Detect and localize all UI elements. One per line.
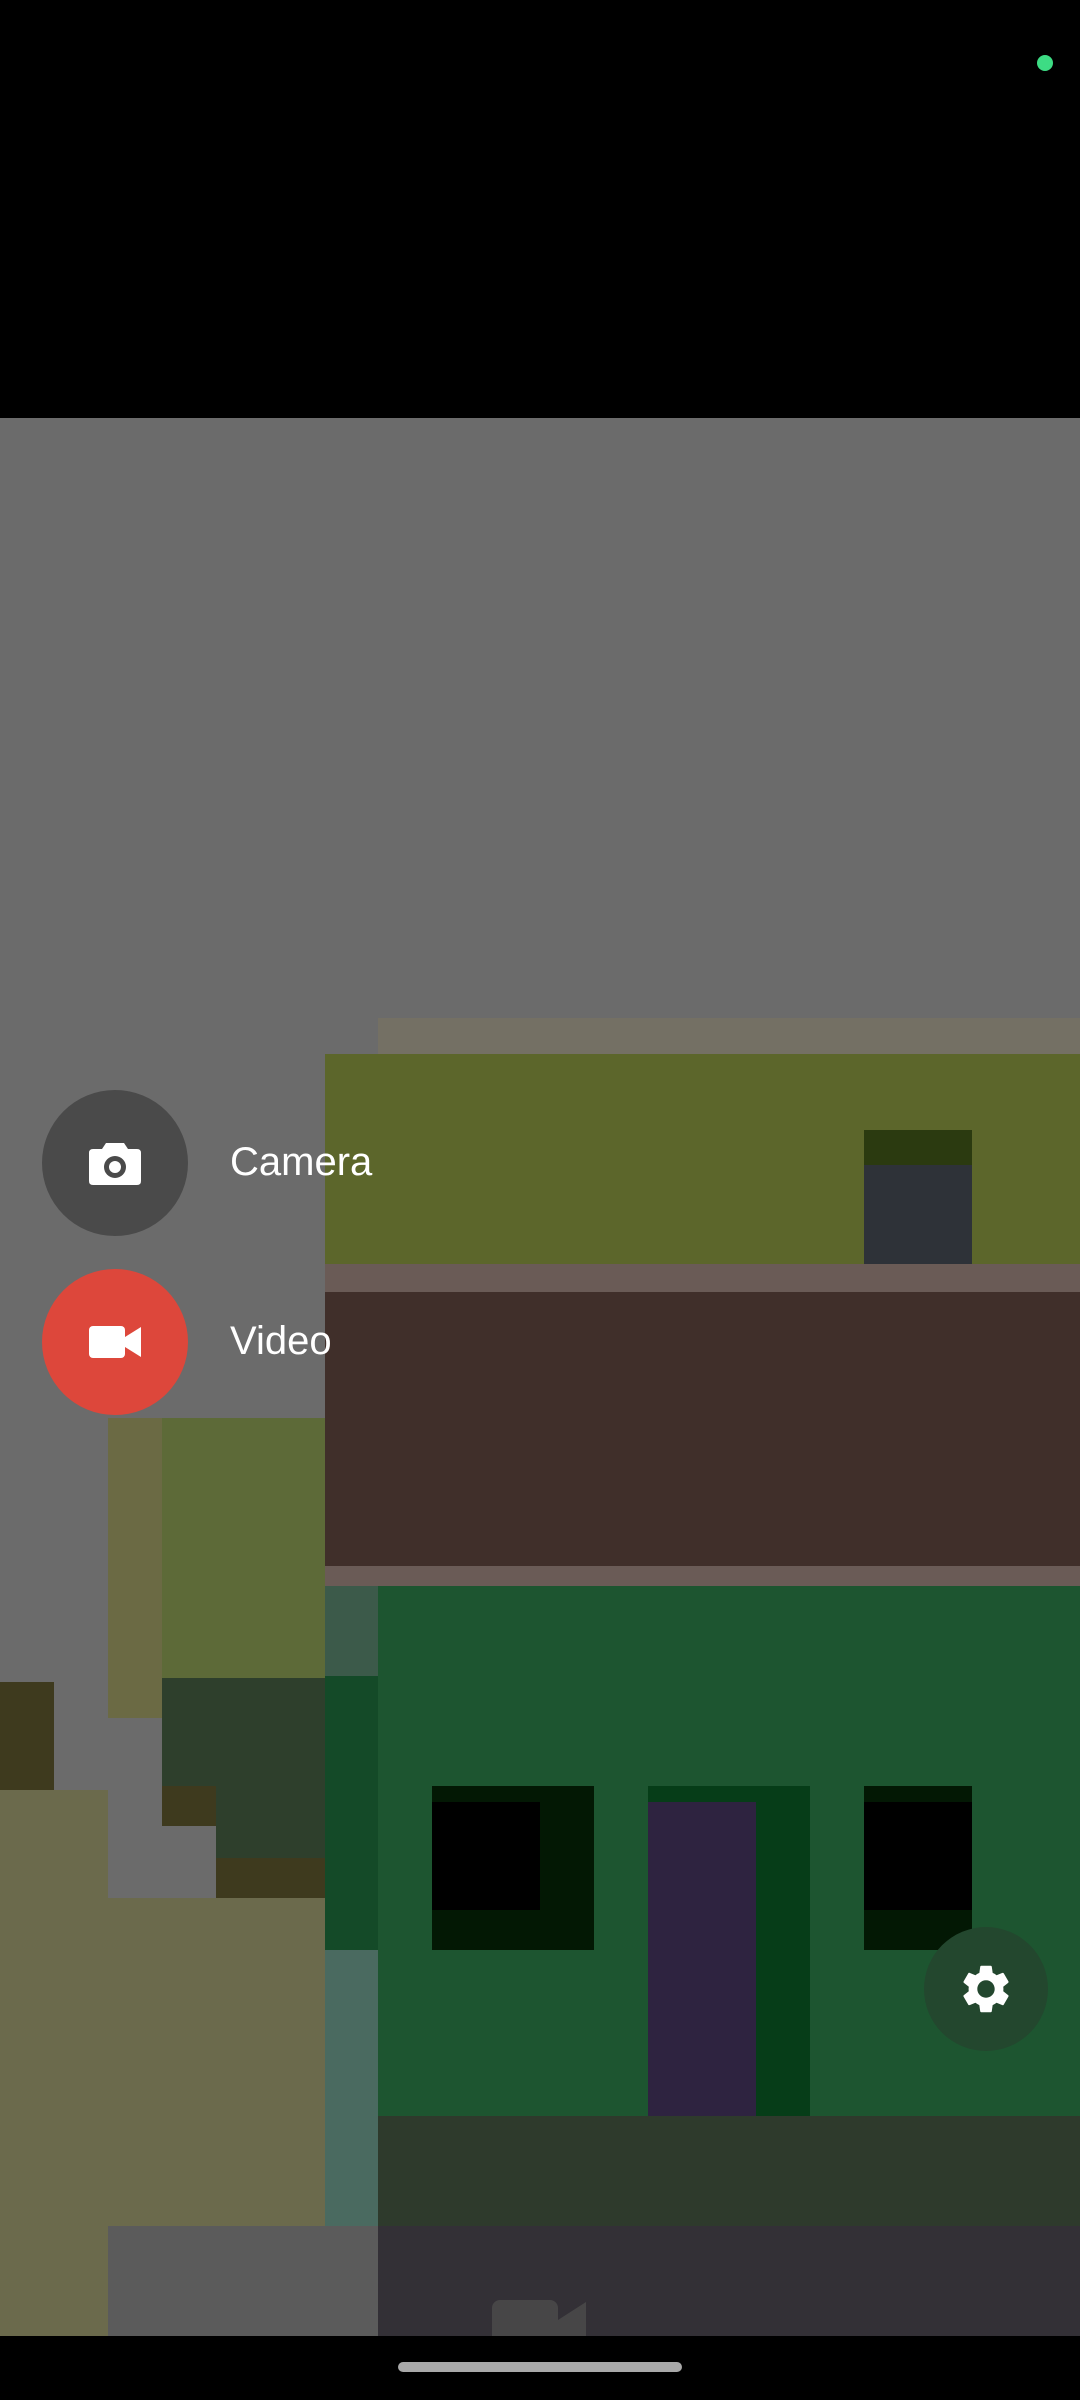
camera-mode-button[interactable] [42,1090,188,1236]
mode-video-item[interactable]: Video [0,1267,412,1429]
video-mode-label[interactable]: Video [230,1267,332,1415]
home-gesture-handle[interactable] [398,2362,682,2372]
video-mode-button[interactable] [42,1269,188,1415]
camera-mode-label[interactable]: Camera [230,1088,372,1236]
top-panel [0,128,1080,418]
gear-icon [963,1965,1009,2013]
bottom-controls [0,2086,1080,2362]
videocam-icon [89,1326,141,1358]
camera-icon [89,1143,141,1185]
mode-camera-item[interactable]: Camera [0,1088,412,1250]
camera-app: Camera Video [0,128,1080,2362]
settings-button[interactable] [924,1927,1048,2051]
status-bar [0,0,1080,128]
navigation-bar [0,2336,1080,2400]
privacy-indicator-dot [1037,55,1053,71]
